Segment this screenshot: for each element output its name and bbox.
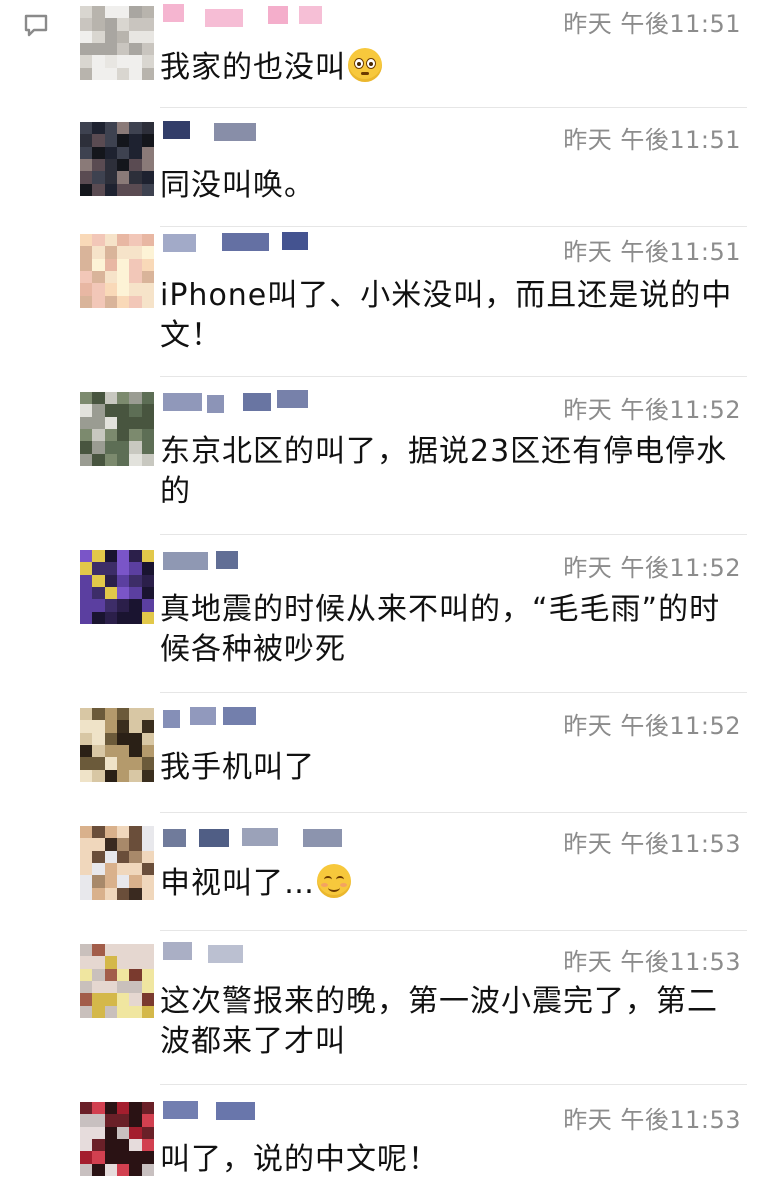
message-item[interactable]: 昨天 午後11:52 东京北区的叫了，据说23区还有停电停水的 bbox=[0, 386, 765, 536]
sender-name-redacted bbox=[163, 390, 363, 414]
avatar[interactable] bbox=[80, 826, 154, 900]
sender-name-redacted bbox=[163, 232, 363, 256]
message-text: 真地震的时候从来不叫的，“毛毛雨”的时候各种被吵死 bbox=[160, 592, 721, 667]
divider bbox=[160, 107, 747, 108]
avatar[interactable] bbox=[80, 1102, 154, 1176]
divider bbox=[160, 930, 747, 931]
sender-name-redacted bbox=[163, 706, 363, 730]
message-time: 昨天 午後11:53 bbox=[563, 948, 741, 976]
message-item[interactable]: 昨天 午後11:51 iPhone叫了、小米没叫，而且还是说的中文！ bbox=[0, 228, 765, 378]
divider bbox=[160, 226, 747, 227]
message-time: 昨天 午後11:52 bbox=[563, 554, 741, 582]
message-item[interactable]: 昨天 午後11:52 我手机叫了 bbox=[0, 702, 765, 814]
sender-name-redacted bbox=[163, 4, 363, 28]
message-text: 我家的也没叫 bbox=[160, 48, 745, 88]
message-item[interactable]: 昨天 午後11:53 申视叫了… bbox=[0, 820, 765, 932]
smiling-face-icon bbox=[317, 864, 351, 898]
avatar[interactable] bbox=[80, 708, 154, 782]
avatar[interactable] bbox=[80, 392, 154, 466]
message-text: 这次警报来的晚，第一波小震完了，第二波都来了才叫 bbox=[160, 984, 718, 1059]
message-item[interactable]: 昨天 午後11:53 这次警报来的晚，第一波小震完了，第二波都来了才叫 bbox=[0, 938, 765, 1088]
message-body: 申视叫了… bbox=[160, 866, 315, 901]
message-item[interactable]: 昨天 午後11:52 真地震的时候从来不叫的，“毛毛雨”的时候各种被吵死 bbox=[0, 544, 765, 694]
divider bbox=[160, 1084, 747, 1085]
sender-name-redacted bbox=[163, 548, 363, 572]
sender-name-redacted bbox=[163, 824, 363, 848]
message-text: 我手机叫了 bbox=[160, 750, 315, 785]
message-time: 昨天 午後11:53 bbox=[563, 1106, 741, 1134]
message-item[interactable]: 昨天 午後11:51 同没叫唤。 bbox=[0, 116, 765, 228]
message-time: 昨天 午後11:52 bbox=[563, 396, 741, 424]
message-text: 叫了，说的中文呢！ bbox=[160, 1142, 439, 1177]
message-text: iPhone叫了、小米没叫，而且还是说的中文！ bbox=[160, 278, 733, 353]
message-text: 东京北区的叫了，据说23区还有停电停水的 bbox=[160, 434, 728, 509]
message-time: 昨天 午後11:52 bbox=[563, 712, 741, 740]
divider bbox=[160, 692, 747, 693]
sender-name-redacted bbox=[163, 120, 363, 144]
divider bbox=[160, 534, 747, 535]
message-time: 昨天 午後11:53 bbox=[563, 830, 741, 858]
message-text: 申视叫了… bbox=[160, 864, 745, 904]
message-text: 同没叫唤。 bbox=[160, 168, 315, 203]
sender-name-redacted bbox=[163, 942, 363, 966]
flushed-face-icon bbox=[348, 48, 382, 82]
message-body: 我家的也没叫 bbox=[160, 50, 346, 85]
divider bbox=[160, 812, 747, 813]
divider bbox=[160, 376, 747, 377]
avatar[interactable] bbox=[80, 550, 154, 624]
message-time: 昨天 午後11:51 bbox=[563, 238, 741, 266]
avatar[interactable] bbox=[80, 944, 154, 1018]
sender-name-redacted bbox=[163, 1100, 363, 1124]
message-list[interactable]: 昨天 午後11:51 我家的也没叫 昨天 午後11:51 同没叫唤。 昨天 午後… bbox=[0, 0, 765, 1197]
message-time: 昨天 午後11:51 bbox=[563, 10, 741, 38]
message-item[interactable]: 昨天 午後11:51 我家的也没叫 bbox=[0, 0, 765, 108]
avatar[interactable] bbox=[80, 122, 154, 196]
avatar[interactable] bbox=[80, 6, 154, 80]
message-item[interactable]: 昨天 午後11:53 叫了，说的中文呢！ bbox=[0, 1096, 765, 1197]
avatar[interactable] bbox=[80, 234, 154, 308]
message-time: 昨天 午後11:51 bbox=[563, 126, 741, 154]
